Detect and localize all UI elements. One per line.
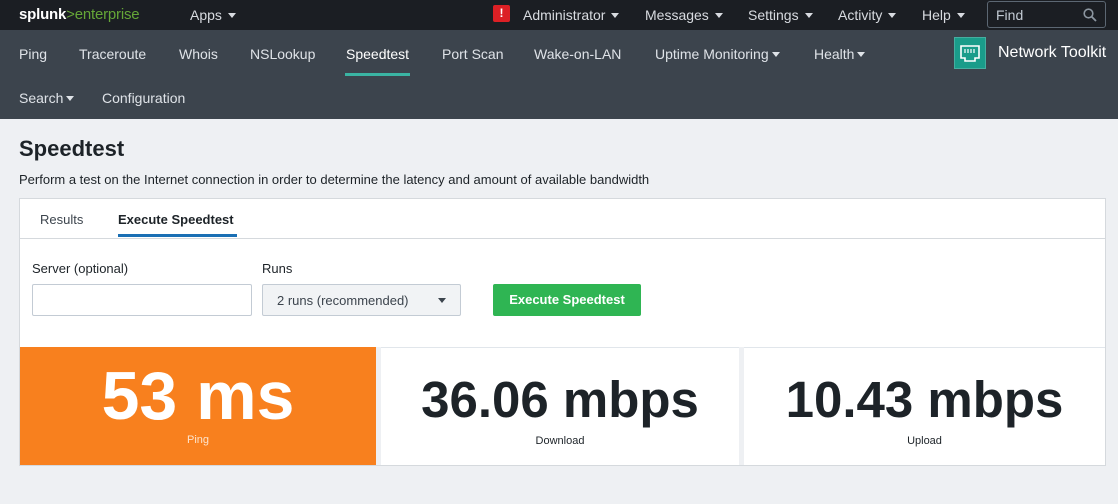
chevron-down-icon (66, 96, 75, 101)
server-label: Server (optional) (32, 261, 129, 276)
administrator-menu[interactable]: Administrator (523, 7, 620, 23)
logo-splunk-text: splunk (19, 6, 67, 23)
chevron-down-icon (804, 13, 813, 18)
chevron-down-icon (227, 13, 236, 18)
chevron-down-icon (956, 13, 965, 18)
chevron-down-icon (771, 52, 780, 57)
nav-item-configuration[interactable]: Configuration (102, 90, 185, 106)
speedtest-panel: Results Execute Speedtest Server (option… (19, 198, 1106, 466)
help-menu[interactable]: Help (922, 7, 965, 23)
messages-label: Messages (645, 7, 709, 23)
nav-item-nslookup[interactable]: NSLookup (250, 46, 315, 62)
results-tiles: 53 ms Ping 36.06 mbps Download 10.43 mbp… (20, 347, 1105, 465)
execute-speedtest-button[interactable]: Execute Speedtest (493, 284, 641, 316)
active-tab-indicator (118, 234, 237, 237)
uptime-monitoring-label: Uptime Monitoring (655, 46, 769, 62)
app-nav-bar: Ping Traceroute Whois NSLookup Speedtest… (0, 30, 1118, 119)
chevron-down-icon (857, 52, 866, 57)
find-box (987, 1, 1106, 28)
tab-bar: Results Execute Speedtest (20, 199, 1105, 239)
nav-item-uptime-monitoring[interactable]: Uptime Monitoring (655, 46, 780, 62)
server-input[interactable] (32, 284, 252, 316)
chevron-down-icon (611, 13, 620, 18)
ping-value: 53 ms (101, 358, 295, 434)
search-label: Search (19, 90, 64, 106)
upload-label: Upload (907, 435, 942, 447)
nav-item-speedtest[interactable]: Speedtest (346, 46, 409, 62)
help-label: Help (922, 7, 951, 23)
app-brand-label[interactable]: Network Toolkit (998, 44, 1106, 62)
runs-selected-value: 2 runs (recommended) (277, 293, 409, 308)
apps-menu[interactable]: Apps (190, 7, 236, 23)
runs-label: Runs (262, 261, 293, 276)
find-input[interactable] (996, 6, 1076, 24)
logo-gt-text: > (66, 6, 75, 23)
page-title: Speedtest (19, 136, 125, 161)
apps-label: Apps (190, 7, 222, 23)
runs-select[interactable]: 2 runs (recommended) (262, 284, 461, 316)
alert-icon[interactable]: ! (493, 5, 510, 22)
ping-label: Ping (186, 434, 210, 446)
search-icon[interactable] (1083, 8, 1097, 22)
health-label: Health (814, 46, 855, 62)
nav-item-search[interactable]: Search (19, 90, 75, 106)
logo-product-text: enterprise (74, 6, 140, 23)
nav-item-ping[interactable]: Ping (19, 46, 47, 62)
upload-tile: 10.43 mbps Upload (744, 347, 1105, 465)
page-description: Perform a test on the Internet connectio… (19, 172, 650, 187)
nav-item-health[interactable]: Health (814, 46, 866, 62)
chevron-down-icon (714, 13, 723, 18)
download-value: 36.06 mbps (421, 371, 699, 428)
nav-item-wake-on-lan[interactable]: Wake-on-LAN (534, 46, 621, 62)
chevron-down-icon (888, 13, 897, 18)
nav-item-whois[interactable]: Whois (179, 46, 218, 62)
top-bar: splunk>enterprise Apps ! Administrator M… (0, 0, 1118, 30)
download-tile: 36.06 mbps Download (381, 347, 739, 465)
settings-menu[interactable]: Settings (748, 7, 813, 23)
tab-execute-speedtest[interactable]: Execute Speedtest (118, 212, 234, 227)
ping-tile: 53 ms Ping (20, 347, 376, 465)
nav-item-port-scan[interactable]: Port Scan (442, 46, 503, 62)
active-nav-indicator (345, 73, 410, 76)
settings-label: Settings (748, 7, 799, 23)
upload-value: 10.43 mbps (785, 371, 1064, 428)
splunk-logo[interactable]: splunk>enterprise (19, 6, 140, 23)
messages-menu[interactable]: Messages (645, 7, 723, 23)
administrator-label: Administrator (523, 7, 606, 23)
activity-label: Activity (838, 7, 883, 23)
tab-results[interactable]: Results (40, 212, 83, 227)
ethernet-port-icon (954, 37, 986, 69)
activity-menu[interactable]: Activity (838, 7, 897, 23)
chevron-down-icon (438, 298, 446, 303)
download-label: Download (535, 435, 585, 447)
nav-item-traceroute[interactable]: Traceroute (79, 46, 146, 62)
